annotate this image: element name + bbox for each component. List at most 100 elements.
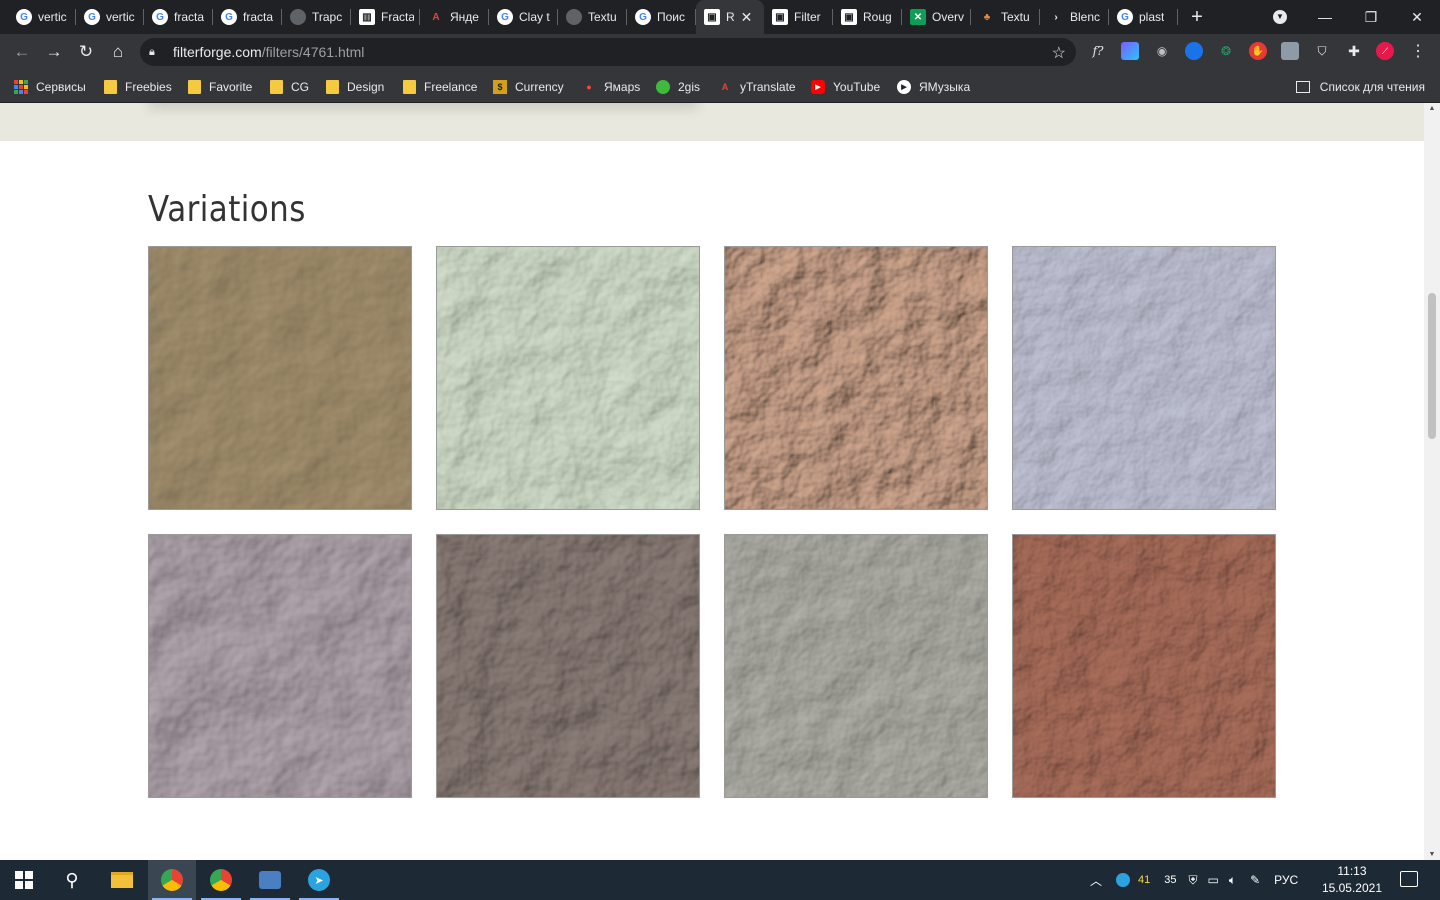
browser-tab[interactable]: Gfracta [144,0,213,34]
bookmark-item[interactable]: ▶ ЯМузыка [897,70,970,103]
adblock-extension-icon[interactable]: ✋ [1249,42,1267,60]
browser-tab[interactable]: ✕ Overv [902,0,971,34]
bookmark-item[interactable]: ▶ YouTube [811,70,880,103]
minimize-button[interactable]: — [1302,0,1348,34]
tab-title: Roug [863,10,892,24]
network-extension-icon[interactable]: ❂ [1217,42,1235,60]
pen-tray-icon[interactable]: ✎ [1250,873,1260,887]
bookmark-label: CG [291,79,309,94]
scrollbar-thumb[interactable] [1428,293,1436,439]
page-scrollbar[interactable]: ▲ ▼ [1424,103,1440,860]
browser-tab[interactable]: Gfracta [213,0,282,34]
variation-1-thumbnail[interactable] [148,246,412,510]
folder-icon [403,79,416,94]
bookmark-item[interactable]: Freelance [403,70,477,103]
clay-texture-image [149,535,411,797]
reading-list-button[interactable]: Список для чтения [1295,70,1425,103]
filterforge-icon: ▣ [704,9,720,25]
browser-tab[interactable]: ▣ Filter [764,0,833,34]
scroll-down-arrow[interactable]: ▼ [1424,851,1440,858]
home-button[interactable]: ⌂ [106,40,130,64]
variation-8-thumbnail[interactable] [1012,534,1276,798]
close-window-button[interactable]: ✕ [1394,0,1440,34]
browser-tab[interactable]: Gvertic [8,0,76,34]
youtube-icon: ▶ [811,79,825,94]
camera-extension-icon[interactable]: ◉ [1153,42,1171,60]
tab-search-button[interactable]: ▼ [1270,8,1290,26]
language-indicator[interactable]: РУС [1274,873,1298,887]
variation-6-thumbnail[interactable] [436,534,700,798]
image-extension-icon[interactable] [1281,42,1299,60]
variation-5-thumbnail[interactable] [148,534,412,798]
shield-extension-icon[interactable]: ⛉ [1313,42,1331,60]
close-tab-icon[interactable]: ✕ [741,9,753,26]
chrome-icon [210,869,232,891]
taskbar-file-explorer[interactable] [98,860,146,900]
security-tray-icon[interactable]: ⛨ [1189,873,1198,888]
browser-tab[interactable]: ▥ Fracta [351,0,420,34]
tab-title: Поис [657,10,686,24]
taskbar-vpn-app[interactable] [246,860,294,900]
taskbar-clock[interactable]: 11:13 15.05.2021 [1322,863,1382,897]
bookmark-item[interactable]: Favorite [188,70,252,103]
browser-tab[interactable]: ♣ Textu [971,0,1040,34]
back-button[interactable]: ← [10,40,34,64]
bookmark-item[interactable]: ● Ямaps [582,70,640,103]
map-pin-icon: ● [586,81,592,92]
formula-extension-icon[interactable]: f? [1089,42,1107,60]
extensions-puzzle-icon[interactable]: ✚ [1345,42,1363,60]
browser-tab[interactable]: Trapc [282,0,351,34]
tab-active[interactable]: ▣ R ✕ [696,0,764,34]
bookmark-item[interactable]: 2gis [656,70,700,103]
browser-tab[interactable]: G Clay t [489,0,558,34]
bookmark-item[interactable]: $ Currency [493,70,564,103]
variation-3-thumbnail[interactable] [724,246,988,510]
bookmark-label: YouTube [833,79,881,94]
globe-extension-icon[interactable] [1185,42,1203,60]
search-button[interactable]: ⚲ [48,860,96,900]
restore-button[interactable]: ❐ [1348,0,1394,34]
color-extension-icon[interactable] [1121,42,1139,60]
taskbar-chrome-profile[interactable] [197,860,245,900]
browser-tab[interactable]: Gplast [1109,0,1178,34]
start-button[interactable] [0,860,48,900]
taskbar-telegram[interactable]: ➤ [295,860,343,900]
folder-icon [111,872,133,888]
volume-tray-icon[interactable]: 🔈︎ [1229,873,1236,888]
taskbar-chrome-active[interactable] [148,860,196,900]
network-tray-icon[interactable]: ▭ [1208,873,1219,887]
browser-tab[interactable]: ▣ Roug [833,0,902,34]
forward-button[interactable]: → [42,40,66,64]
bookmark-label: 2gis [678,79,701,94]
show-hidden-icons-chevron[interactable]: ︿ [1090,872,1102,889]
new-tab-button[interactable]: + [1182,6,1212,29]
bookmark-item[interactable]: CG [270,70,309,103]
bookmark-item[interactable]: Сервисы [14,70,86,103]
bookmark-item[interactable]: Design [326,70,384,103]
variation-2-thumbnail[interactable] [436,246,700,510]
google-icon: G [1117,9,1133,25]
bookmark-item[interactable]: AyTranslate [718,70,796,103]
browser-menu-icon[interactable]: ⋮ [1409,42,1427,60]
variation-4-thumbnail[interactable] [1012,246,1276,510]
browser-tab[interactable]: Gvertic [76,0,144,34]
bookmark-label: ЯМузыка [919,79,971,94]
scroll-up-arrow[interactable]: ▲ [1424,105,1440,112]
notification-center-icon[interactable] [1400,871,1418,887]
variation-7-thumbnail[interactable] [724,534,988,798]
telegram-tray-icon[interactable] [1116,873,1131,887]
address-bar[interactable]: 🔒︎ filterforge.com/filters/4761.html ☆ [140,38,1076,66]
browser-tab[interactable]: A Янде [420,0,489,34]
bookmark-item[interactable]: Freebies [104,70,172,103]
profile-avatar[interactable]: ⟋ [1376,42,1394,60]
bookmark-star-icon[interactable]: ☆ [1052,43,1066,63]
clock-time: 11:13 [1337,864,1367,878]
lock-icon[interactable]: 🔒︎ [149,46,165,59]
tab-strip: Gvertic Gvertic Gfracta Gfracta Trapc ▥ Fracta… [0,0,1440,34]
browser-tab[interactable]: › Blenc [1040,0,1109,34]
clay-texture-image [437,247,699,509]
browser-tab[interactable]: Textu [558,0,627,34]
browser-tab[interactable]: G Поис [627,0,696,34]
bookmark-label: Freebies [125,79,172,94]
reload-button[interactable]: ↻ [74,40,98,64]
